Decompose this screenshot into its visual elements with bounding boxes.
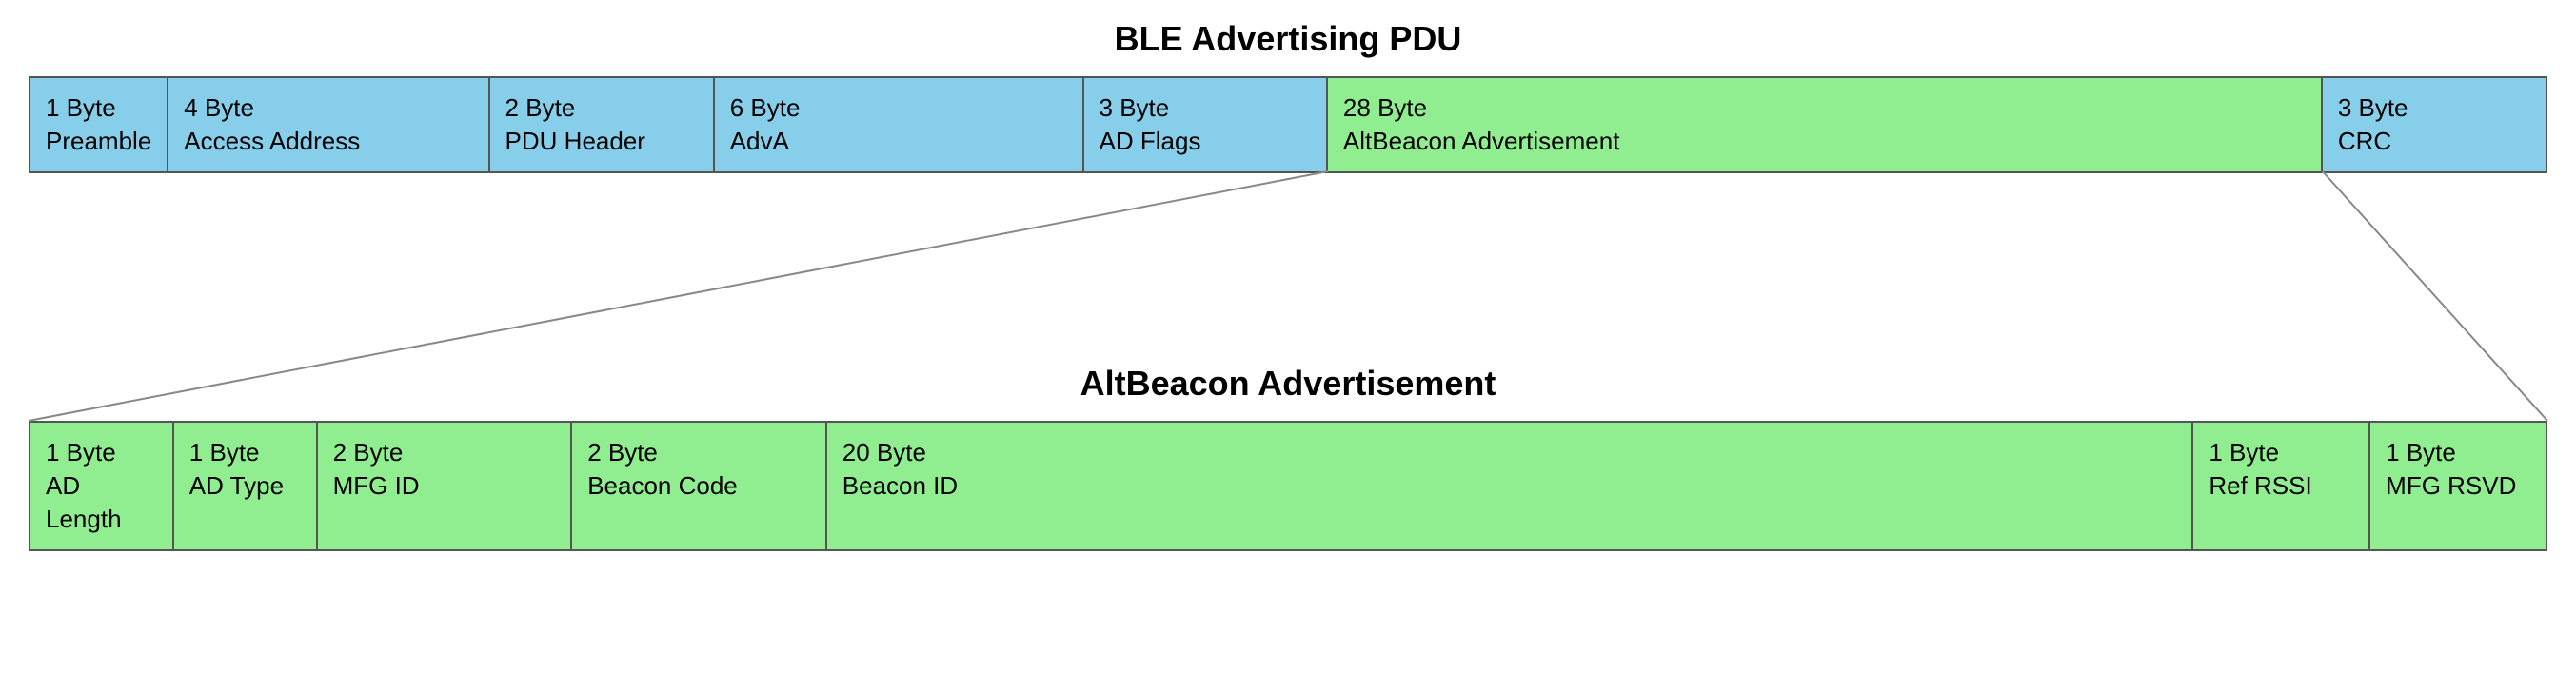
altbeacon-section: AltBeacon Advertisement 1 Byte AD Length… [29, 364, 2547, 551]
ble-section: BLE Advertising PDU 1 Byte Preamble4 Byt… [29, 19, 2547, 173]
ble-row: 1 Byte Preamble4 Byte Access Address2 By… [29, 76, 2547, 173]
ble-ad-flags: 3 Byte AD Flags [1084, 78, 1328, 171]
connector-svg [29, 173, 2547, 364]
ble-crc: 3 Byte CRC [2323, 78, 2546, 171]
connector-area [29, 173, 2547, 364]
alt-ref-rssi: 1 Byte Ref RSSI [2193, 423, 2370, 549]
alt-mfg-rsvd: 1 Byte MFG RSVD [2370, 423, 2546, 549]
ble-access-address: 4 Byte Access Address [168, 78, 489, 171]
alt-row: 1 Byte AD Length1 Byte AD Type2 Byte MFG… [29, 421, 2547, 551]
alt-ad-type: 1 Byte AD Type [174, 423, 318, 549]
ble-altbeacon: 28 Byte AltBeacon Advertisement [1328, 78, 2323, 171]
ble-adva: 6 Byte AdvA [715, 78, 1084, 171]
ble-pdu-header: 2 Byte PDU Header [490, 78, 715, 171]
alt-ad-length: 1 Byte AD Length [30, 423, 174, 549]
ble-title: BLE Advertising PDU [29, 19, 2547, 59]
alt-beacon-id: 20 Byte Beacon ID [827, 423, 2194, 549]
alt-mfg-id: 2 Byte MFG ID [318, 423, 573, 549]
alt-beacon-code: 2 Byte Beacon Code [572, 423, 827, 549]
ble-preamble: 1 Byte Preamble [30, 78, 168, 171]
alt-title: AltBeacon Advertisement [29, 364, 2547, 404]
